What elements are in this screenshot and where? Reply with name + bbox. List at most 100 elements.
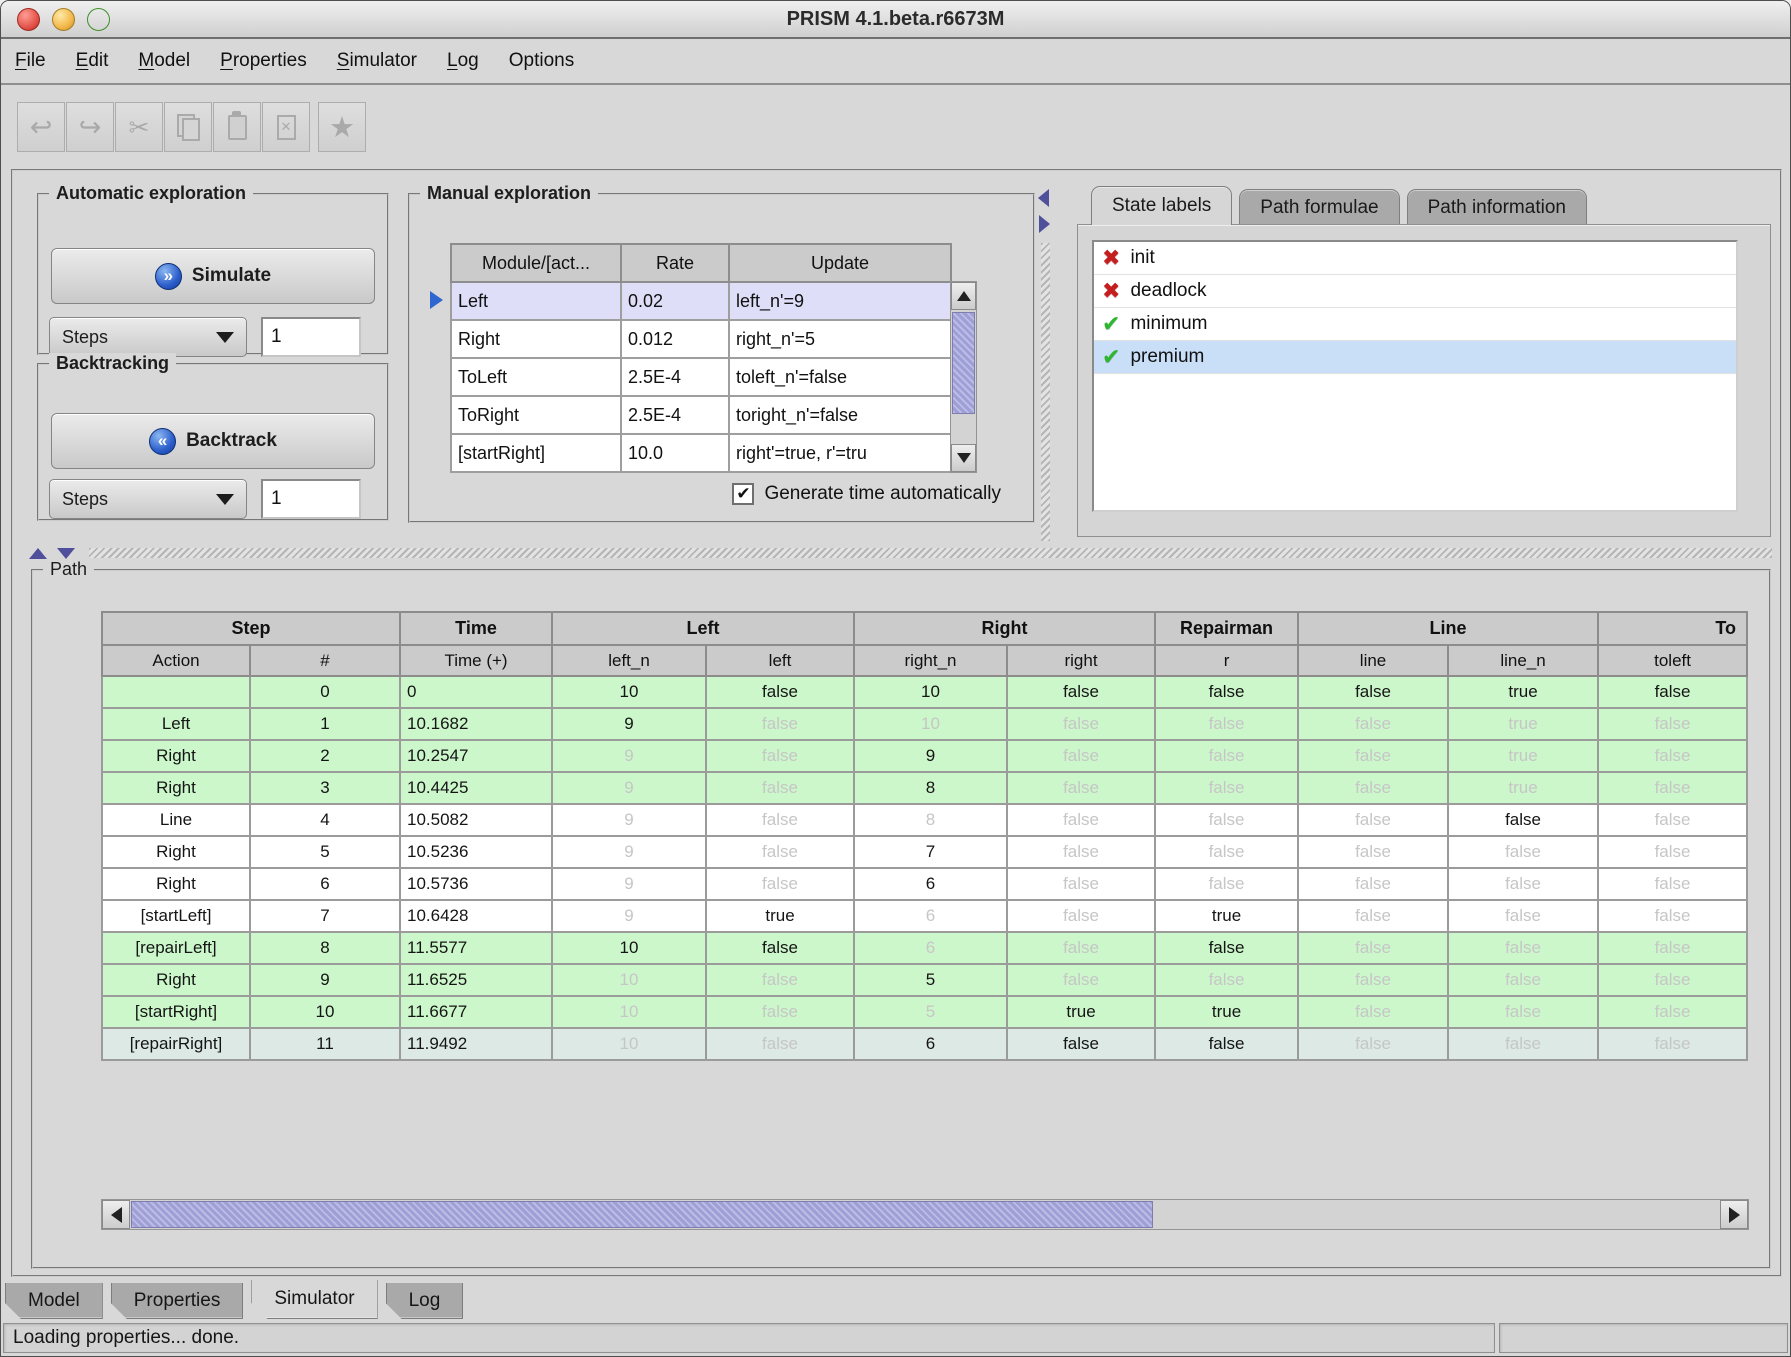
cross-icon: ✖ [1102,278,1120,304]
backtrack-button[interactable]: « Backtrack [51,413,375,469]
scroll-down-button[interactable] [951,444,976,472]
collapse-up-icon[interactable] [29,548,47,559]
main-tab-model[interactable]: Model [5,1283,103,1319]
state-label-premium[interactable]: ✔ premium [1094,341,1736,374]
scroll-left-button[interactable] [102,1200,130,1229]
manual-row-left[interactable]: Left0.02left_n'=9 [451,282,951,320]
fast-forward-icon: » [155,263,182,290]
menu-item-options[interactable]: Options [509,50,574,72]
state-label-init[interactable]: ✖init [1094,242,1736,275]
path-row-2[interactable]: Right210.25479false9falsefalsefalsetruef… [102,740,1747,772]
paste-button[interactable] [213,102,261,152]
collapse-left-icon[interactable] [1038,189,1049,207]
simulate-steps-combo-label: Steps [62,327,108,348]
path-colgroup-time: Time [400,612,552,645]
path-col-right: right [1007,645,1155,676]
star-icon: ★ [329,113,355,142]
path-title: Path [43,559,94,580]
automatic-exploration-title: Automatic exploration [49,183,253,204]
path-row-6[interactable]: Right610.57369false6falsefalsefalsefalse… [102,868,1747,900]
collapse-down-icon[interactable] [57,548,75,559]
scroll-right-button[interactable] [1720,1200,1748,1229]
path-col-left-n: left_n [552,645,706,676]
manual-table-header: Module/[act...RateUpdate [451,244,951,282]
menu-item-edit[interactable]: Edit [76,50,109,72]
rewind-icon: « [149,428,176,455]
cut-button[interactable]: ✂ [115,102,163,152]
backtrack-steps-field[interactable]: 1 [261,479,361,519]
state-label-text: premium [1130,346,1204,368]
checkmark-icon: ✔ [736,484,750,504]
menu-bar: File Edit Model Properties Simulator Log Optio… [1,39,1790,85]
copy-button[interactable] [164,102,212,152]
minimize-button[interactable] [52,8,75,31]
zoom-button[interactable] [87,8,110,31]
state-label-text: minimum [1130,313,1207,335]
close-button[interactable] [17,8,40,31]
backtrack-button-label: Backtrack [186,430,277,452]
state-label-text: deadlock [1130,280,1206,302]
manual-table-scrollbar[interactable] [950,281,977,473]
manual-row-startright[interactable]: [startRight]10.0right'=true, r'=tru [451,434,951,472]
path-horizontal-scrollbar[interactable] [101,1199,1749,1230]
status-secondary-cell [1499,1323,1788,1353]
path-row-11[interactable]: [repairRight]1111.949210false6falsefalse… [102,1028,1747,1060]
collapse-right-icon[interactable] [1039,215,1050,233]
path-table-viewport: StepTimeLeftRightRepairmanLineToAction#T… [101,611,1753,1091]
horizontal-splitter[interactable] [15,545,1778,561]
menu-item-properties[interactable]: Properties [220,50,307,72]
star-button[interactable]: ★ [318,102,366,152]
cut-icon: ✂ [129,115,150,140]
path-row-9[interactable]: Right911.652510false5falsefalsefalsefals… [102,964,1747,996]
main-tab-log[interactable]: Log [386,1283,464,1319]
manual-row-right[interactable]: Right0.012right_n'=5 [451,320,951,358]
tab-state-labels[interactable]: State labels [1091,186,1232,225]
path-row-4[interactable]: Line410.50829false8falsefalsefalsefalsef… [102,804,1747,836]
status-bar: Loading properties... done. [1,1321,1790,1355]
path-row-7[interactable]: [startLeft]710.64289true6falsetruefalsef… [102,900,1747,932]
menu-item-simulator[interactable]: Simulator [337,50,417,72]
path-colgroup-repairman: Repairman [1155,612,1298,645]
menu-item-file[interactable]: File [15,50,46,72]
generate-time-label: Generate time automatically [764,483,1001,505]
menu-item-log[interactable]: Log [447,50,479,72]
state-label-text: init [1130,247,1154,269]
manual-table-body: Left0.02left_n'=9Right0.012right_n'=5ToL… [451,282,951,472]
path-row-0[interactable]: 0010false10falsefalsefalsetruefalse [102,676,1747,708]
manual-row-toright[interactable]: ToRight2.5E-4toright_n'=false [451,396,951,434]
main-tab-properties[interactable]: Properties [111,1283,244,1319]
check-icon: ✔ [1102,344,1120,370]
main-tab-simulator[interactable]: Simulator [251,1280,377,1319]
path-row-5[interactable]: Right510.52369false7falsefalsefalsefalse… [102,836,1747,868]
manual-row-toleft[interactable]: ToLeft2.5E-4toleft_n'=false [451,358,951,396]
path-row-10[interactable]: [startRight]1011.667710false5truetruefal… [102,996,1747,1028]
path-col-line: line [1298,645,1448,676]
manual-exploration-title: Manual exploration [420,183,598,204]
manual-col-rate: Rate [621,244,729,282]
path-row-3[interactable]: Right310.44259false8falsefalsefalsetruef… [102,772,1747,804]
state-label-minimum[interactable]: ✔minimum [1094,308,1736,341]
delete-button[interactable] [262,102,310,152]
labels-tab-panel: ✖init ✖ deadlock ✔minimum ✔ premium [1077,224,1771,537]
scrollbar-thumb[interactable] [952,312,975,414]
simulate-steps-field[interactable]: 1 [261,317,361,357]
path-row-8[interactable]: [repairLeft]811.557710false6falsefalsefa… [102,932,1747,964]
triangle-up-icon [957,291,971,301]
vertical-splitter[interactable] [1036,183,1054,541]
path-colgroup-to: To [1598,612,1747,645]
path-row-1[interactable]: Left110.16829false10falsefalsefalsetruef… [102,708,1747,740]
scroll-up-button[interactable] [951,282,976,310]
undo-button[interactable]: ↩ [17,102,65,152]
simulate-steps-combo[interactable]: Steps [49,317,247,357]
tab-path-information[interactable]: Path information [1407,189,1587,225]
chevron-down-icon [216,494,234,505]
redo-button[interactable]: ↪ [66,102,114,152]
generate-time-checkbox[interactable]: ✔ [732,483,754,505]
tab-path-formulae[interactable]: Path formulae [1239,189,1399,225]
scrollbar-thumb[interactable] [131,1201,1153,1228]
backtrack-steps-combo[interactable]: Steps [49,479,247,519]
state-label-deadlock[interactable]: ✖ deadlock [1094,275,1736,308]
status-message-cell: Loading properties... done. [3,1323,1495,1353]
simulate-button[interactable]: » Simulate [51,248,375,304]
menu-item-model[interactable]: Model [138,50,190,72]
